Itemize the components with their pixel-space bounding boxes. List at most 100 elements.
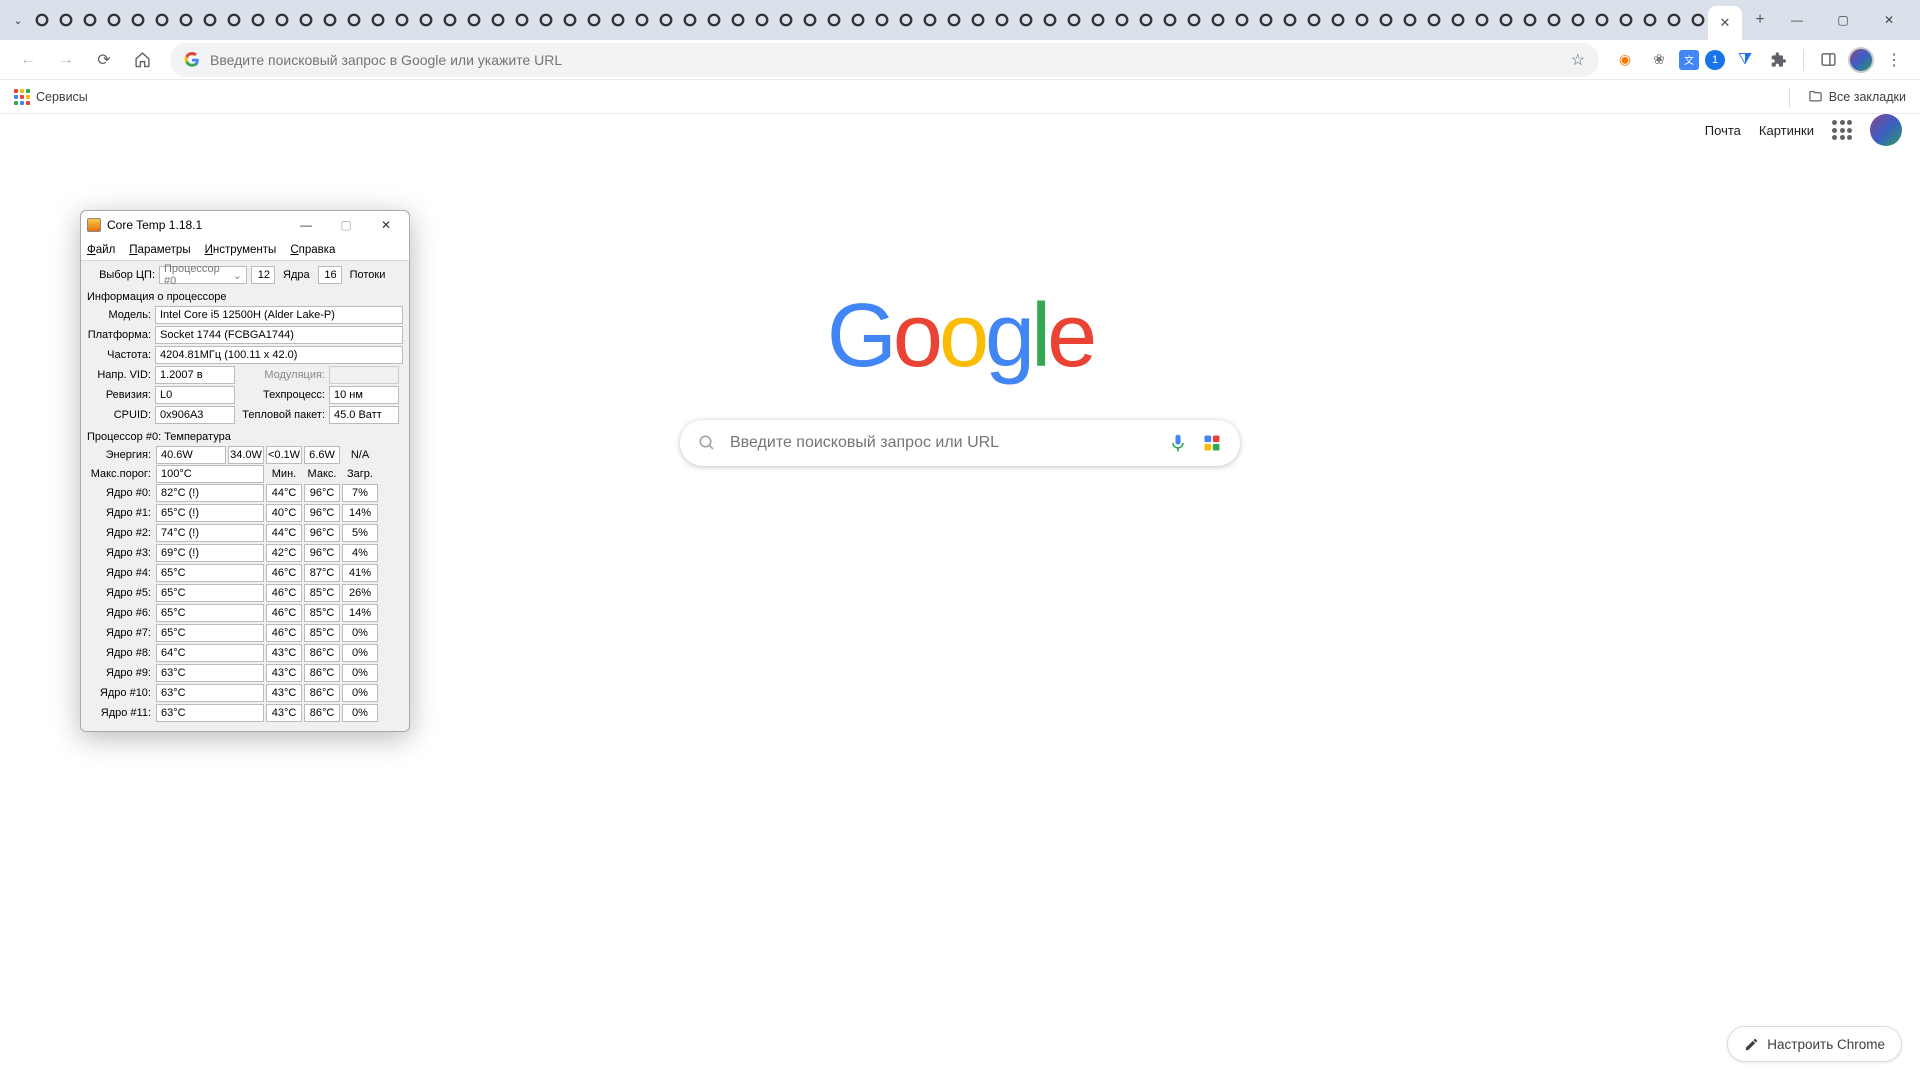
background-tab[interactable] (414, 9, 437, 32)
extension-avast-icon[interactable]: ◉ (1611, 46, 1639, 74)
tab-search-button[interactable]: ⌄ (8, 10, 28, 30)
side-panel-icon[interactable] (1814, 46, 1842, 74)
background-tab[interactable] (702, 9, 725, 32)
background-tab[interactable] (1134, 9, 1157, 32)
background-tab[interactable] (1470, 9, 1493, 32)
background-tab[interactable] (558, 9, 581, 32)
coretemp-minimize[interactable]: — (289, 214, 323, 236)
background-tab[interactable] (246, 9, 269, 32)
background-tab[interactable] (870, 9, 893, 32)
coretemp-close[interactable]: ✕ (369, 214, 403, 236)
background-tab[interactable] (1350, 9, 1373, 32)
background-tab[interactable] (1206, 9, 1229, 32)
cpu-select[interactable]: Процессор #0⌄ (159, 266, 247, 284)
background-tab[interactable] (1302, 9, 1325, 32)
background-tab[interactable] (1278, 9, 1301, 32)
back-button[interactable]: ← (12, 44, 44, 76)
extension-translate-icon[interactable]: 文 (1679, 50, 1699, 70)
background-tab[interactable] (150, 9, 173, 32)
menu-help[interactable]: Справка (290, 244, 335, 256)
extension-badge-icon[interactable]: 1 (1705, 50, 1725, 70)
background-tab[interactable] (726, 9, 749, 32)
background-tab[interactable] (654, 9, 677, 32)
background-tab[interactable] (1422, 9, 1445, 32)
background-tab[interactable] (126, 9, 149, 32)
new-tab-button[interactable]: + (1746, 6, 1774, 34)
background-tab[interactable] (846, 9, 869, 32)
background-tab[interactable] (1518, 9, 1541, 32)
background-tab[interactable] (270, 9, 293, 32)
customize-chrome-button[interactable]: Настроить Chrome (1727, 1026, 1902, 1062)
background-tab[interactable] (222, 9, 245, 32)
coretemp-titlebar[interactable]: Core Temp 1.18.1 — ▢ ✕ (81, 211, 409, 239)
background-tab[interactable] (198, 9, 221, 32)
background-tab[interactable] (918, 9, 941, 32)
menu-file[interactable]: Файл (87, 244, 115, 256)
extensions-puzzle-icon[interactable] (1765, 46, 1793, 74)
background-tab[interactable] (798, 9, 821, 32)
close-tab-icon[interactable]: ✕ (1720, 15, 1731, 31)
background-tab[interactable] (294, 9, 317, 32)
background-tab[interactable] (1086, 9, 1109, 32)
background-tab[interactable] (1062, 9, 1085, 32)
background-tab[interactable] (822, 9, 845, 32)
background-tab[interactable] (582, 9, 605, 32)
background-tab[interactable] (942, 9, 965, 32)
background-tab[interactable] (990, 9, 1013, 32)
lens-search-icon[interactable] (1202, 433, 1222, 453)
background-tab[interactable] (1446, 9, 1469, 32)
background-tab[interactable] (1566, 9, 1589, 32)
home-button[interactable] (126, 44, 158, 76)
background-tab[interactable] (318, 9, 341, 32)
background-tab[interactable] (1398, 9, 1421, 32)
search-box[interactable] (680, 420, 1240, 466)
background-tab[interactable] (894, 9, 917, 32)
background-tab[interactable] (1254, 9, 1277, 32)
background-tab[interactable] (630, 9, 653, 32)
profile-avatar[interactable] (1848, 47, 1874, 73)
all-bookmarks-button[interactable]: Все закладки (1808, 89, 1906, 104)
background-tab[interactable] (606, 9, 629, 32)
extension-icon-2[interactable]: ❀ (1645, 46, 1673, 74)
background-tab[interactable] (750, 9, 773, 32)
background-tab[interactable] (486, 9, 509, 32)
voice-search-icon[interactable] (1168, 433, 1188, 453)
maximize-button[interactable]: ▢ (1820, 0, 1866, 40)
background-tab[interactable] (1158, 9, 1181, 32)
gmail-link[interactable]: Почта (1705, 123, 1741, 138)
active-tab[interactable]: ✕ (1708, 6, 1742, 40)
background-tab[interactable] (1230, 9, 1253, 32)
reload-button[interactable]: ⟳ (88, 44, 120, 76)
extension-icon-5[interactable]: ⧩ (1731, 46, 1759, 74)
forward-button[interactable]: → (50, 44, 82, 76)
background-tab[interactable] (438, 9, 461, 32)
chrome-menu-button[interactable]: ⋮ (1880, 46, 1908, 74)
minimize-button[interactable]: — (1774, 0, 1820, 40)
background-tab[interactable] (1542, 9, 1565, 32)
background-tab[interactable] (1326, 9, 1349, 32)
background-tab[interactable] (774, 9, 797, 32)
omnibox-input[interactable] (210, 52, 1561, 68)
background-tab[interactable] (1038, 9, 1061, 32)
background-tab[interactable] (1638, 9, 1661, 32)
background-tab[interactable] (366, 9, 389, 32)
bookmark-star-icon[interactable]: ☆ (1571, 50, 1585, 70)
background-tab[interactable] (102, 9, 125, 32)
menu-params[interactable]: Параметры (129, 244, 190, 256)
apps-shortcut[interactable]: Сервисы (14, 89, 88, 105)
background-tab[interactable] (54, 9, 77, 32)
background-tab[interactable] (510, 9, 533, 32)
background-tab[interactable] (30, 9, 53, 32)
background-tab[interactable] (966, 9, 989, 32)
account-avatar[interactable] (1870, 114, 1902, 146)
images-link[interactable]: Картинки (1759, 123, 1814, 138)
background-tab[interactable] (342, 9, 365, 32)
background-tab[interactable] (1590, 9, 1613, 32)
background-tab[interactable] (1494, 9, 1517, 32)
background-tab[interactable] (390, 9, 413, 32)
background-tab[interactable] (1662, 9, 1685, 32)
address-bar[interactable]: ☆ (170, 43, 1599, 77)
background-tab[interactable] (174, 9, 197, 32)
background-tab[interactable] (1110, 9, 1133, 32)
background-tab[interactable] (1014, 9, 1037, 32)
